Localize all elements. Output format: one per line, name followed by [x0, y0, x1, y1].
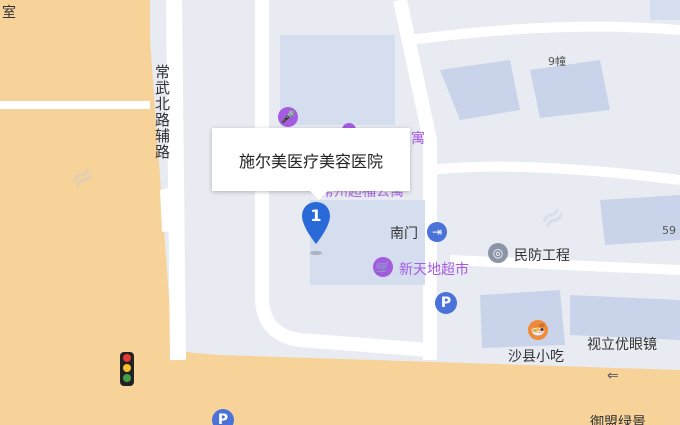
optical-shop-label: 视立优眼镜	[587, 337, 657, 353]
microphone-icon[interactable]: 🎤	[278, 107, 298, 127]
parking-icon[interactable]: P	[435, 292, 457, 314]
label-fragment-top-left: 室	[2, 5, 16, 21]
south-gate-label: 南门	[390, 226, 418, 242]
popup-title: 施尔美医疗美容医院	[238, 151, 383, 171]
traffic-light-icon	[120, 352, 134, 386]
restaurant-icon[interactable]: 🍜	[528, 320, 548, 340]
poi-popup[interactable]: 施尔美医疗美容医院	[212, 128, 410, 191]
label-fragment-bottom: 御盟绿景	[590, 415, 646, 425]
civil-defense-label: 民防工程	[514, 248, 570, 264]
gate-icon[interactable]: ⇥	[427, 222, 447, 242]
map-canvas[interactable]: ≈ ≈ 常武北路辅路 室 9幢 59 🎤 寓 常州超福公寓 施尔美医疗美容医院 …	[0, 0, 680, 425]
restaurant-label: 沙县小吃	[508, 349, 564, 365]
building-59-label: 59	[662, 224, 676, 237]
building-9-label: 9幢	[548, 55, 566, 68]
left-arrow-icon: ⇐	[607, 368, 619, 384]
popup-tail	[310, 191, 328, 200]
parking-icon[interactable]: P	[212, 409, 234, 425]
cart-icon[interactable]: 🛒	[373, 257, 393, 277]
marker-number: 1	[310, 206, 322, 225]
civil-defense-icon[interactable]: ◎	[488, 243, 508, 263]
location-marker[interactable]: 1	[301, 200, 331, 256]
supermarket-label: 新天地超市	[399, 262, 469, 278]
map-base	[0, 0, 680, 425]
apartment-label-fragment: 寓	[411, 131, 425, 147]
road-label-changwu: 常武北路辅路	[153, 64, 171, 160]
